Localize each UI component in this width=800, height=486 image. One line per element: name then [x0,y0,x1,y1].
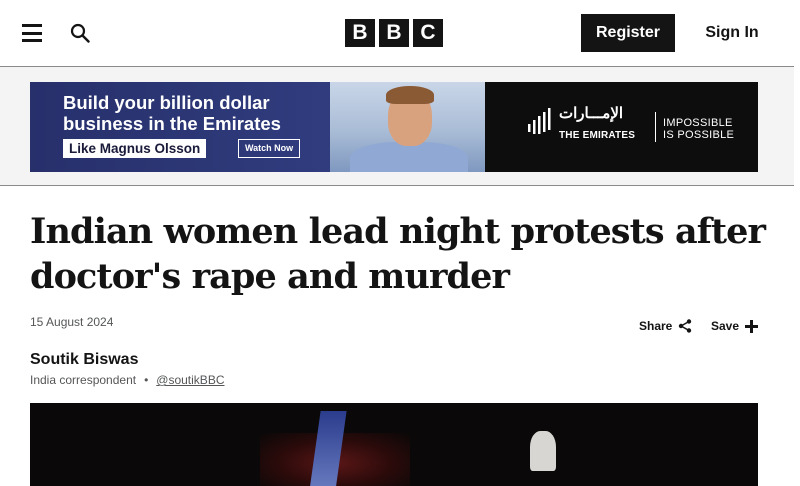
ad-tagline-line1: IMPOSSIBLE [663,117,733,129]
save-button[interactable]: Save [711,319,759,333]
hamburger-menu-icon[interactable] [22,24,42,42]
ad-arabic-brand: الإمـــارات [559,105,624,122]
article-headline: Indian women lead night protests after d… [30,211,766,297]
ad-portrait-image [330,82,485,172]
author-twitter-link[interactable]: @soutikBBC [156,373,224,387]
advert-region: Build your billion dollar business in th… [0,67,794,186]
save-label: Save [711,319,740,333]
register-button[interactable]: Register [581,14,675,52]
ad-tagline: IMPOSSIBLE IS POSSIBLE [663,117,734,141]
ad-watch-now-button[interactable]: Watch Now [238,139,301,158]
author-byline: India correspondent • @soutikBBC [30,373,224,387]
publish-date: 15 August 2024 [30,315,114,329]
byline-separator: • [144,373,149,387]
author-name: Soutik Biswas [30,351,139,368]
logo-letter-b1: B [345,19,375,47]
share-label: Share [639,319,673,333]
site-header: B B C Register Sign In [0,0,794,67]
ad-divider [655,112,656,142]
emirates-logo-icon [528,108,551,134]
bbc-logo[interactable]: B B C [345,19,443,47]
ad-name-pill: Like Magnus Olsson [63,139,207,158]
ad-brand-name: THE EMIRATES [559,130,636,141]
author-role: India correspondent [30,373,137,387]
share-icon [679,319,692,333]
lead-image [30,403,758,486]
sign-in-button[interactable]: Sign In [700,14,764,52]
search-icon[interactable] [70,23,90,43]
share-button[interactable]: Share [639,319,692,333]
ad-headline: Build your billion dollar business in th… [63,92,281,134]
emirates-advert[interactable]: Build your billion dollar business in th… [30,82,758,172]
ad-brand-panel: الإمـــارات THE EMIRATES IMPOSSIBLE IS P… [485,82,758,172]
logo-letter-b2: B [379,19,409,47]
logo-letter-c: C [413,19,443,47]
plus-icon [745,319,759,333]
ad-tagline-line2: IS POSSIBLE [663,129,735,141]
